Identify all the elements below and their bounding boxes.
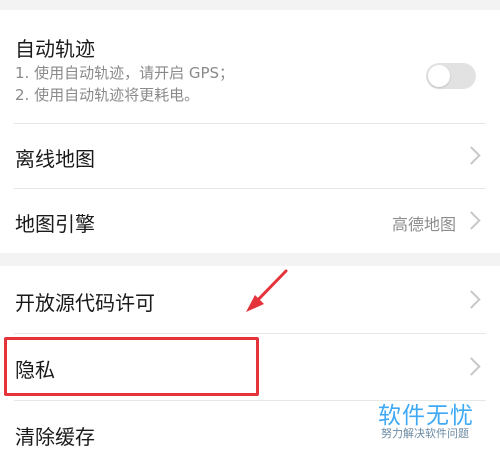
chevron-right-icon	[462, 290, 481, 309]
clear-cache-label: 清除缓存	[15, 425, 95, 449]
auto-track-desc-line2: 2. 使用自动轨迹将更耗电。	[15, 86, 200, 104]
watermark-subtitle: 努力解决软件问题	[381, 427, 469, 440]
auto-track-toggle[interactable]	[426, 63, 476, 89]
open-source-label: 开放源代码许可	[15, 291, 155, 315]
red-arrow-icon	[246, 269, 288, 312]
chevron-right-icon	[462, 357, 481, 376]
highlight-box	[4, 337, 259, 396]
auto-track-label: 自动轨迹	[15, 37, 95, 61]
auto-track-desc-line1: 1. 使用自动轨迹，请开启 GPS；	[15, 64, 235, 82]
settings-group-1: 自动轨迹 1. 使用自动轨迹，请开启 GPS； 2. 使用自动轨迹将更耗电。 离…	[0, 10, 500, 253]
map-engine-value: 高德地图	[391, 215, 456, 234]
chevron-right-icon	[462, 146, 481, 165]
top-gap	[0, 0, 500, 10]
watermark: 软件无忧 努力解决软件问题	[378, 396, 498, 446]
offline-map-row[interactable]: 离线地图	[0, 124, 500, 188]
chevron-right-icon	[462, 211, 481, 230]
auto-track-row: 自动轨迹 1. 使用自动轨迹，请开启 GPS； 2. 使用自动轨迹将更耗电。	[0, 10, 500, 123]
toggle-knob	[428, 65, 450, 87]
map-engine-row[interactable]: 地图引擎 高德地图	[0, 189, 500, 253]
map-engine-label: 地图引擎	[15, 212, 95, 236]
offline-map-label: 离线地图	[15, 147, 95, 171]
